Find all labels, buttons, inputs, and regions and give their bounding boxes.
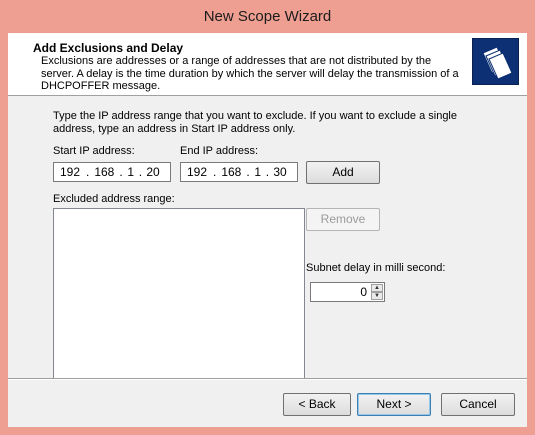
back-button[interactable]: < Back [283,393,351,416]
window-frame: New Scope Wizard Add Exclusions and Dela… [0,0,535,435]
cancel-button[interactable]: Cancel [441,393,515,416]
spin-arrows[interactable]: ▲ ▼ [371,284,383,300]
window-title: New Scope Wizard [203,8,332,25]
start-ip-octet-1: 192 [59,165,81,179]
wizard-client-area: Add Exclusions and Delay Exclusions are … [8,33,527,427]
end-ip-octet-2: 168 [221,165,242,179]
folders-icon [472,38,519,85]
spin-up-icon[interactable]: ▲ [371,284,383,292]
spin-down-icon[interactable]: ▼ [371,292,383,300]
start-ip-octet-2: 168 [94,165,115,179]
end-ip-octet-3: 1 [254,165,262,179]
next-button[interactable]: Next > [357,393,431,416]
start-ip-octet-3: 1 [127,165,135,179]
wizard-header: Add Exclusions and Delay Exclusions are … [8,33,527,96]
excluded-range-label: Excluded address range: [53,193,175,205]
add-button[interactable]: Add [306,161,380,184]
end-ip-field[interactable]: 192. 168. 1. 30 [180,162,298,182]
subnet-delay-value: 0 [360,285,367,299]
end-ip-label: End IP address: [180,145,259,157]
end-ip-octet-4: 30 [273,165,287,179]
start-ip-field[interactable]: 192. 168. 1. 20 [53,162,171,182]
header-title: Add Exclusions and Delay [33,41,184,55]
title-bar[interactable]: New Scope Wizard [0,0,535,33]
excluded-range-list[interactable] [53,208,305,380]
header-description: Exclusions are addresses or a range of a… [41,55,459,92]
footer-separator [8,378,527,380]
end-ip-octet-1: 192 [186,165,208,179]
instructions-text: Type the IP address range that you want … [53,110,457,135]
start-ip-label: Start IP address: [53,145,135,157]
subnet-delay-label: Subnet delay in milli second: [306,262,446,274]
remove-button[interactable]: Remove [306,208,380,231]
start-ip-octet-4: 20 [146,165,160,179]
subnet-delay-spinbox[interactable]: 0 ▲ ▼ [310,282,385,302]
